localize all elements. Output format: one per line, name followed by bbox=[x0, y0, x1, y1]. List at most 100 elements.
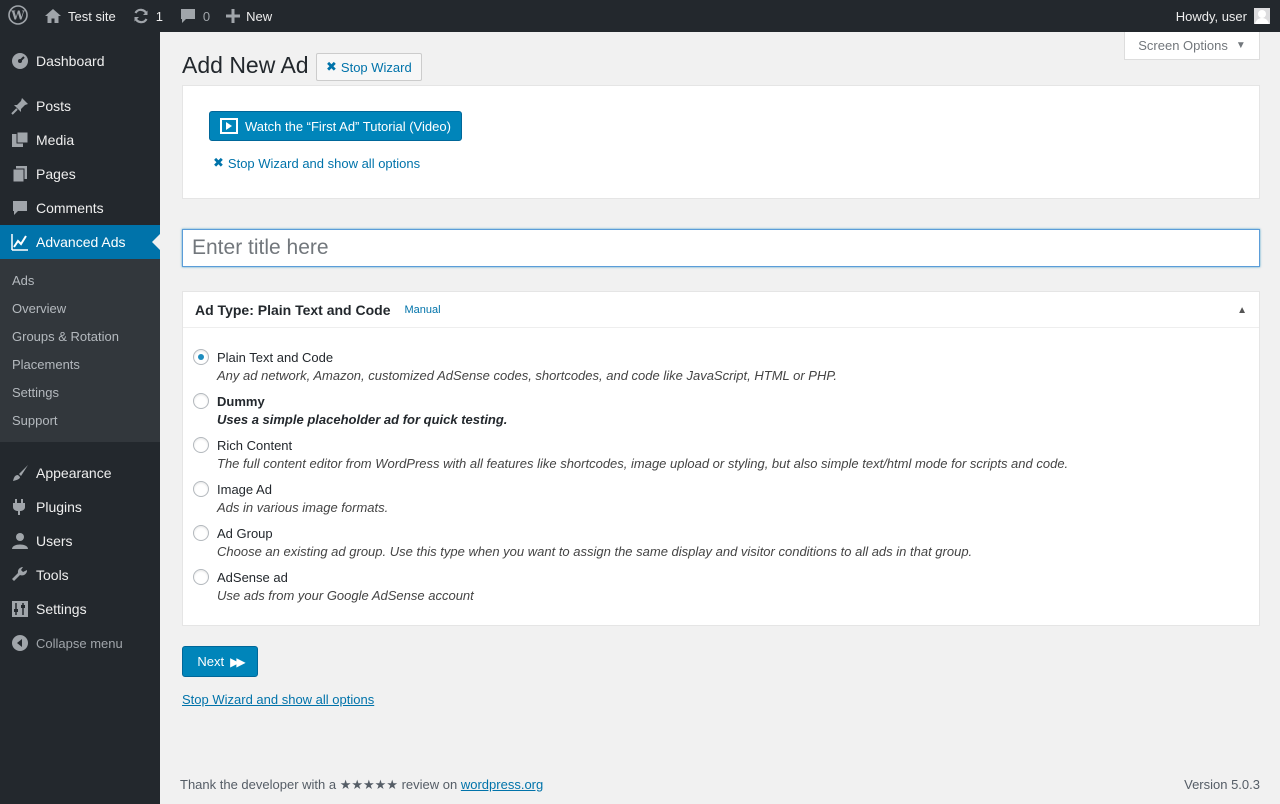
sidebar-item-plugins[interactable]: Plugins bbox=[0, 490, 160, 524]
stop-wizard-show-all-link[interactable]: ✖ Stop Wizard and show all options bbox=[213, 155, 420, 171]
sidebar-item-settings[interactable]: Settings bbox=[0, 592, 160, 626]
submenu-item-overview[interactable]: Overview bbox=[0, 294, 160, 322]
sliders-icon bbox=[10, 599, 30, 619]
sidebar-item-comments[interactable]: Comments bbox=[0, 191, 160, 225]
submenu-item-placements[interactable]: Placements bbox=[0, 350, 160, 378]
sidebar-item-media[interactable]: Media bbox=[0, 123, 160, 157]
sidebar-item-label: Comments bbox=[36, 200, 104, 216]
wordpress-logo-icon: W bbox=[8, 4, 28, 28]
sidebar-item-label: Users bbox=[36, 533, 73, 549]
option-label: Plain Text and Code bbox=[217, 350, 334, 365]
admin-menu: Dashboard Posts Media Pages Comments Adv… bbox=[0, 32, 160, 804]
caret-down-icon: ▼ bbox=[1235, 40, 1246, 51]
submenu-item-support[interactable]: Support bbox=[0, 406, 160, 434]
radio-plain-text[interactable] bbox=[193, 349, 209, 365]
footer-thank-text: Thank the developer with a ★★★★★ review … bbox=[180, 777, 458, 792]
radio-image-ad[interactable] bbox=[193, 481, 209, 497]
wordpress-org-link[interactable]: wordpress.org bbox=[461, 777, 543, 792]
ad-type-title: Ad Type: Plain Text and Code bbox=[195, 301, 391, 318]
media-icon bbox=[10, 130, 30, 150]
stop-wizard-button[interactable]: ✖ Stop Wizard bbox=[316, 53, 422, 81]
updates-count: 1 bbox=[155, 8, 163, 24]
new-label: New bbox=[246, 8, 273, 24]
sidebar-item-dashboard[interactable]: Dashboard bbox=[0, 44, 160, 78]
watch-tutorial-label: Watch the “First Ad” Tutorial (Video) bbox=[245, 118, 451, 134]
pin-icon bbox=[10, 96, 30, 116]
admin-bar: W Test site 1 0 New Howdy, user bbox=[0, 0, 1280, 32]
option-description: Any ad network, Amazon, customized AdSen… bbox=[217, 368, 837, 383]
radio-adsense[interactable] bbox=[193, 569, 209, 585]
sidebar-item-label: Advanced Ads bbox=[36, 234, 126, 250]
screen-options-button[interactable]: Screen Options ▼ bbox=[1124, 32, 1260, 60]
my-account-link[interactable]: Howdy, user bbox=[1176, 8, 1280, 24]
close-icon: ✖ bbox=[213, 155, 224, 170]
ad-type-header[interactable]: Ad Type: Plain Text and Code Manual ▲ bbox=[183, 292, 1259, 328]
page-title: Add New Ad bbox=[182, 52, 309, 78]
plus-icon bbox=[226, 9, 241, 23]
footer-thank-you: Thank the developer with a ★★★★★ review … bbox=[180, 777, 543, 793]
updates-link[interactable]: 1 bbox=[124, 0, 171, 32]
collapse-menu-button[interactable]: Collapse menu bbox=[0, 626, 160, 660]
sidebar-item-tools[interactable]: Tools bbox=[0, 558, 160, 592]
option-label: Dummy bbox=[217, 394, 265, 409]
title-input[interactable] bbox=[182, 229, 1260, 267]
stop-wizard-show-all-bottom-link[interactable]: Stop Wizard and show all options bbox=[182, 692, 374, 707]
screen-options-label: Screen Options bbox=[1138, 38, 1228, 53]
option-label: Rich Content bbox=[217, 438, 293, 453]
home-icon bbox=[44, 8, 62, 24]
radio-rich-content[interactable] bbox=[193, 437, 209, 453]
greeting: Howdy, user bbox=[1175, 8, 1247, 24]
new-content-link[interactable]: New bbox=[218, 0, 280, 32]
fast-forward-icon: ▶▶ bbox=[230, 654, 246, 669]
comments-count: 0 bbox=[202, 8, 211, 24]
plugin-icon bbox=[10, 497, 30, 517]
sidebar-item-label: Dashboard bbox=[36, 53, 105, 69]
advanced-ads-submenu: Ads Overview Groups & Rotation Placement… bbox=[0, 259, 160, 442]
sidebar-item-pages[interactable]: Pages bbox=[0, 157, 160, 191]
stop-wizard-label: Stop Wizard bbox=[340, 59, 412, 75]
close-icon: ✖ bbox=[326, 59, 337, 74]
sidebar-item-label: Appearance bbox=[36, 465, 112, 481]
sidebar-item-posts[interactable]: Posts bbox=[0, 89, 160, 123]
option-description: Choose an existing ad group. Use this ty… bbox=[217, 544, 973, 559]
dashboard-icon bbox=[10, 51, 30, 71]
option-description: Ads in various image formats. bbox=[217, 500, 389, 515]
collapse-toggle-icon[interactable]: ▲ bbox=[1237, 305, 1247, 316]
sidebar-item-label: Tools bbox=[36, 567, 69, 583]
submenu-item-ads[interactable]: Ads bbox=[0, 266, 160, 294]
option-label: Ad Group bbox=[217, 526, 273, 541]
sidebar-item-users[interactable]: Users bbox=[0, 524, 160, 558]
sidebar-item-advanced-ads[interactable]: Advanced Ads bbox=[0, 225, 160, 259]
comments-link[interactable]: 0 bbox=[171, 0, 218, 32]
comment-icon bbox=[10, 198, 30, 218]
avatar bbox=[1254, 8, 1270, 24]
collapse-icon bbox=[10, 633, 30, 653]
radio-ad-group[interactable] bbox=[193, 525, 209, 541]
site-name-link[interactable]: Test site bbox=[36, 0, 124, 32]
user-icon bbox=[10, 531, 30, 551]
brush-icon bbox=[10, 463, 30, 483]
option-label: AdSense ad bbox=[217, 570, 288, 585]
wizard-box: Watch the “First Ad” Tutorial (Video) ✖ … bbox=[182, 85, 1260, 199]
option-description: Uses a simple placeholder ad for quick t… bbox=[217, 412, 508, 427]
submenu-item-settings[interactable]: Settings bbox=[0, 378, 160, 406]
pages-icon bbox=[10, 164, 30, 184]
sidebar-item-label: Media bbox=[36, 132, 75, 148]
next-button[interactable]: Next ▶▶ bbox=[182, 646, 258, 677]
video-icon bbox=[220, 118, 238, 134]
sidebar-item-label: Pages bbox=[36, 166, 76, 182]
svg-text:W: W bbox=[10, 8, 25, 22]
radio-dummy[interactable] bbox=[193, 393, 209, 409]
submenu-item-groups-rotation[interactable]: Groups & Rotation bbox=[0, 322, 160, 350]
collapse-label: Collapse menu bbox=[36, 635, 123, 651]
sidebar-item-label: Plugins bbox=[36, 499, 82, 515]
footer-version: Version 5.0.3 bbox=[1184, 777, 1260, 792]
sidebar-item-appearance[interactable]: Appearance bbox=[0, 456, 160, 490]
manual-link[interactable]: Manual bbox=[405, 304, 441, 316]
watch-tutorial-button[interactable]: Watch the “First Ad” Tutorial (Video) bbox=[209, 111, 462, 141]
wordpress-logo-button[interactable]: W bbox=[0, 0, 36, 32]
stop-wizard-show-all-label: Stop Wizard and show all options bbox=[227, 155, 421, 171]
chart-icon bbox=[10, 232, 30, 252]
option-label: Image Ad bbox=[217, 482, 272, 497]
option-description: Use ads from your Google AdSense account bbox=[217, 588, 474, 603]
